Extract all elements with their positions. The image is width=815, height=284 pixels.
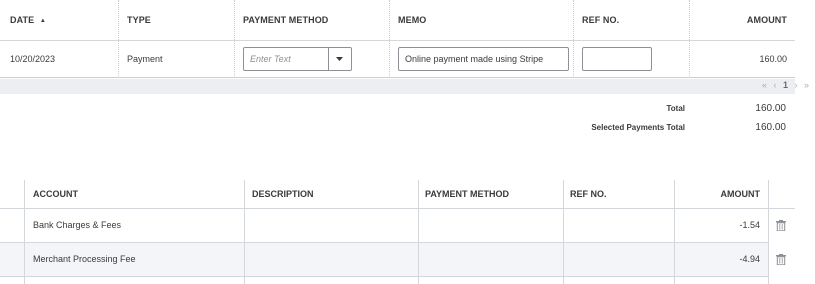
payments-table-header: DATE ▲ TYPE PAYMENT METHOD MEMO REF NO. … [0,0,795,41]
expense-payment-method[interactable] [417,243,563,276]
column-header-memo[interactable]: MEMO [390,0,573,41]
column-header-amount[interactable]: AMOUNT [674,180,768,209]
last-page-button[interactable]: » [804,80,811,90]
chevron-down-icon [336,57,343,61]
expense-payment-method[interactable] [417,209,563,242]
expenses-table-header: ACCOUNT DESCRIPTION PAYMENT METHOD REF N… [0,180,795,209]
selected-payments-total-label: Selected Payments Total [591,123,685,132]
column-divider [418,180,419,284]
column-header-description[interactable]: DESCRIPTION [244,180,418,209]
memo-field[interactable]: Online payment made using Stripe [398,47,569,71]
payment-amount: 160.00 [759,54,787,64]
pagination: « ‹ 1 › » [762,80,811,90]
expense-description[interactable] [244,243,418,276]
pagination-bar [0,79,795,94]
payment-date: 10/20/2023 [10,54,56,64]
column-divider [768,180,769,284]
current-page: 1 [782,80,790,90]
column-header-account[interactable]: ACCOUNT [25,180,245,209]
payment-type: Payment [127,54,163,64]
column-header-ref-no[interactable]: REF NO. [574,0,689,41]
payment-method-combobox[interactable] [243,47,352,71]
expense-account[interactable]: Merchant Processing Fee [25,243,245,276]
column-header-amount[interactable]: AMOUNT [690,0,795,41]
column-divider [24,180,25,284]
expense-row-partial [0,277,768,284]
column-divider [674,180,675,284]
expense-account[interactable]: Bank Charges & Fees [25,209,245,242]
expense-row[interactable]: Bank Charges & Fees -1.54 [0,209,768,243]
total-value: 160.00 [755,103,786,114]
column-header-payment-method[interactable]: PAYMENT METHOD [417,180,563,209]
column-divider [244,180,245,284]
expense-amount[interactable]: -4.94 [674,243,768,276]
trash-icon[interactable] [776,220,786,231]
selected-payments-total-value: 160.00 [755,122,786,133]
trash-icon[interactable] [776,254,786,265]
column-header-payment-method[interactable]: PAYMENT METHOD [235,0,390,41]
column-divider [563,180,564,284]
first-page-button[interactable]: « [762,80,769,90]
previous-page-button[interactable]: ‹ [773,80,778,90]
expense-description[interactable] [244,209,418,242]
column-header-date[interactable]: DATE ▲ [2,0,117,41]
sort-ascending-icon: ▲ [39,18,46,24]
expense-ref-no[interactable] [562,243,674,276]
expense-amount[interactable]: -1.54 [674,209,768,242]
expense-ref-no[interactable] [562,209,674,242]
payment-method-dropdown-button[interactable] [328,48,351,70]
next-page-button[interactable]: › [794,80,799,90]
column-header-ref-no[interactable]: REF NO. [562,180,674,209]
column-header-type[interactable]: TYPE [119,0,234,41]
payment-method-input[interactable] [244,48,329,70]
total-label: Total [666,104,685,113]
expense-row[interactable]: Merchant Processing Fee -4.94 [0,243,768,277]
column-header-date-label: DATE [10,15,35,25]
ref-no-field[interactable] [582,47,652,71]
